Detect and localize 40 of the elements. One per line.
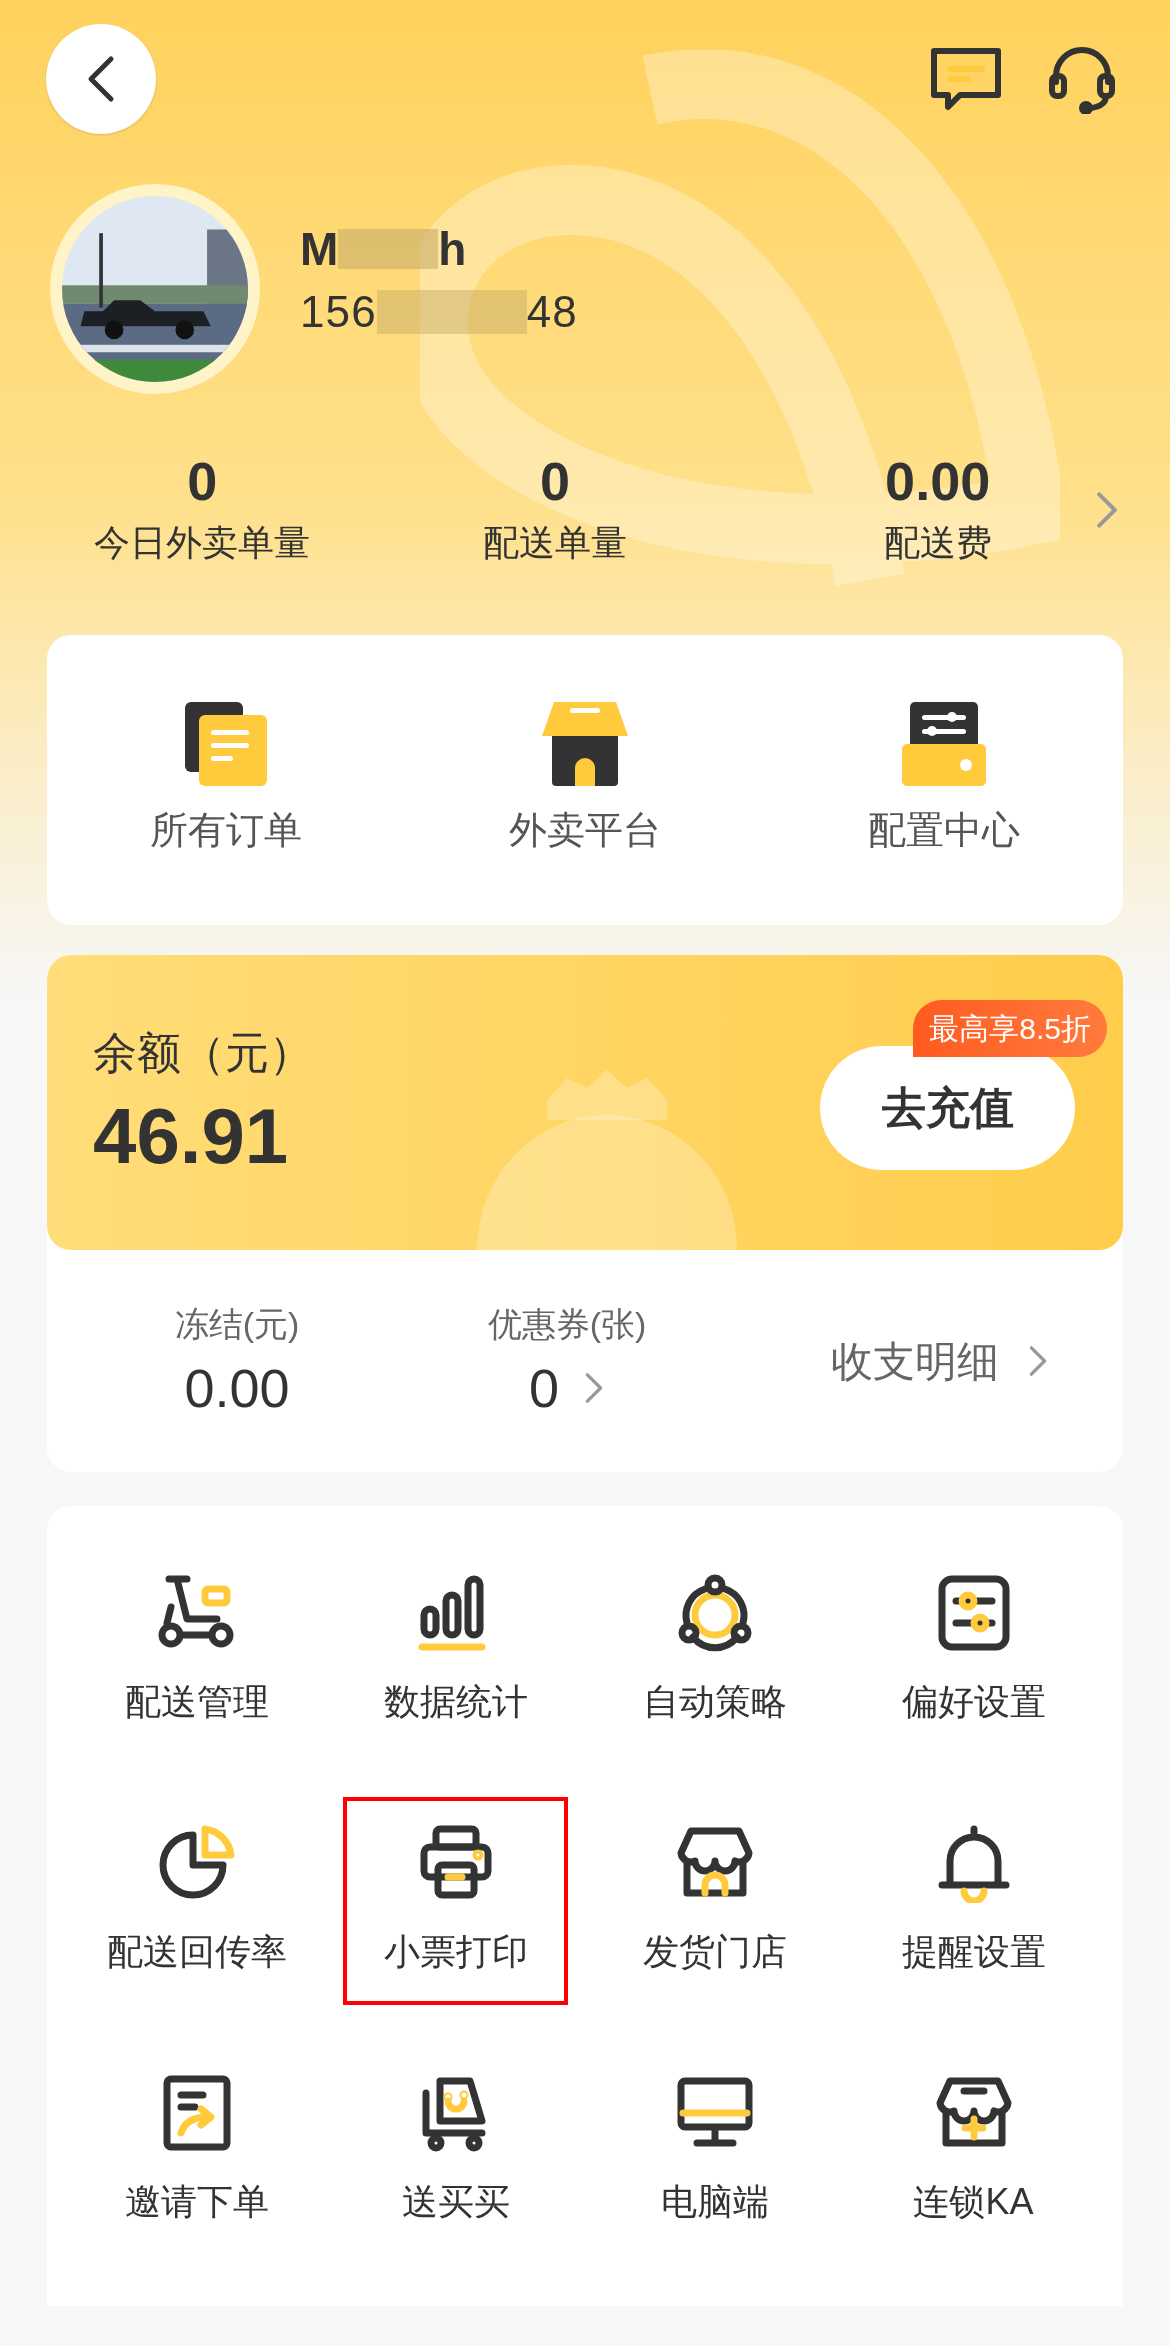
wallet-label: 优惠券(张): [487, 1307, 647, 1341]
transaction-details-link[interactable]: 收支明细: [831, 1329, 999, 1393]
wallet-value: 0: [528, 1361, 559, 1415]
tool-button[interactable]: 送买买: [381, 2047, 530, 2255]
stat-value: 0: [187, 454, 218, 508]
store-icon: [542, 701, 628, 786]
user-name: h: [438, 226, 467, 272]
customer-service-icon[interactable]: [1048, 44, 1116, 114]
document-icon: [185, 701, 268, 786]
tool-button[interactable]: 连锁KA: [893, 2047, 1054, 2255]
tool-button[interactable]: 自动策略: [622, 1547, 807, 1755]
tool-button[interactable]: 小票打印: [343, 1797, 568, 2005]
phone-number: 156: [300, 290, 377, 334]
tool-button[interactable]: 偏好设置: [881, 1547, 1066, 1755]
wallet-value: 0.00: [184, 1361, 290, 1415]
user-name: M: [300, 226, 339, 272]
shortcut-button[interactable]: 外卖平台: [405, 701, 765, 859]
stat-label: 今日外卖单量: [94, 521, 311, 565]
tool-button[interactable]: 电脑端: [640, 2047, 789, 2255]
recharge-button[interactable]: 去充值: [820, 1045, 1075, 1170]
tool-button[interactable]: 配送管理: [104, 1547, 289, 1755]
back-icon: [87, 55, 115, 103]
stat-value: 0: [539, 454, 570, 508]
tool-button[interactable]: 发货门店: [622, 1797, 807, 2005]
stat-label: 配送费: [883, 521, 992, 565]
wallet-label: 冻结(元): [174, 1307, 300, 1341]
stat-label: 配送单量: [483, 521, 627, 565]
shortcut-button[interactable]: 配置中心: [764, 701, 1123, 859]
promo-badge: 最高享8.5折: [913, 999, 1107, 1057]
tool-button[interactable]: 提醒设置: [881, 1797, 1066, 2005]
tool-button[interactable]: 邀请下单: [104, 2047, 289, 2255]
tool-button[interactable]: 配送回传率: [86, 1797, 307, 2005]
tool-button[interactable]: 数据统计: [363, 1547, 548, 1755]
balance-amount: 46.91: [93, 1096, 290, 1175]
settings-wallet-icon: [901, 701, 986, 786]
message-icon[interactable]: [930, 47, 1002, 111]
stat-value: 0.00: [885, 454, 991, 508]
phone-number: 48: [526, 290, 578, 334]
shortcut-button[interactable]: 所有订单: [47, 701, 406, 859]
balance-label: 余额（元）: [93, 1030, 313, 1075]
